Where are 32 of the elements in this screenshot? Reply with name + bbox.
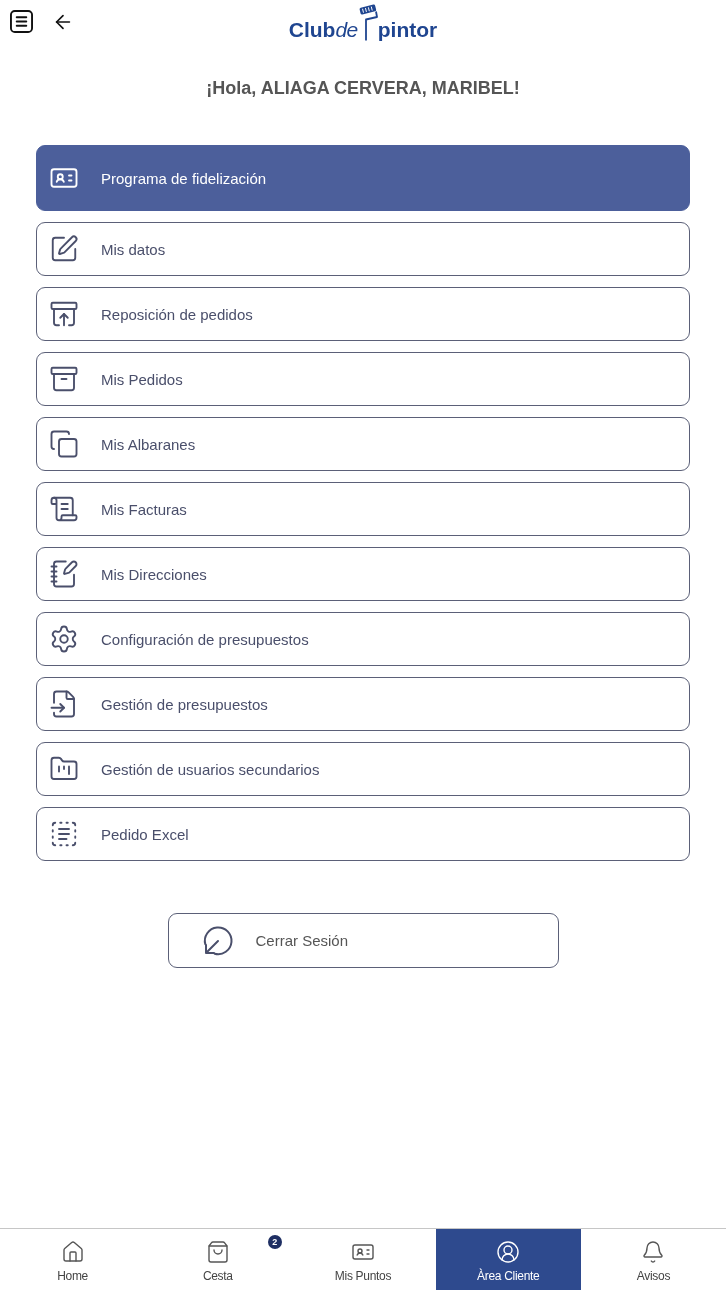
archive-box-icon [49,364,79,394]
menu-item[interactable]: Programa de fidelización [36,145,690,211]
shopping-bag-icon [205,1240,230,1264]
copy-icon [49,429,79,459]
menu-item[interactable]: Gestión de presupuestos [36,677,690,731]
menu-item[interactable]: Configuración de presupuestos [36,612,690,666]
user-circle-icon [496,1240,521,1264]
menu-icon[interactable] [10,10,33,33]
pencil-square-icon [49,234,79,264]
notebook-pen-icon [49,559,79,589]
home-icon [60,1240,85,1264]
settings-icon [49,624,79,654]
menu-item[interactable]: Mis datos [36,222,690,276]
logout-icon [201,924,234,957]
greeting-title: ¡Hola, ALIAGA CERVERA, MARIBEL! [205,77,521,100]
menu-item[interactable]: Mis Direcciones [36,547,690,601]
menu-item[interactable]: Mis Pedidos [36,352,690,406]
count-badge: 2 [267,1235,282,1249]
scroll-icon [49,494,79,524]
menu-item[interactable]: Pedido Excel [36,807,690,861]
bell-icon [641,1240,666,1264]
menu-item[interactable]: Mis Albaranes [36,417,690,471]
menu-item[interactable]: Reposición de pedidos [36,287,690,341]
logout-button[interactable]: Cerrar Sesión [167,913,559,968]
nav-tab[interactable]: Àrea Cliente [435,1229,581,1290]
box-arrow-up-icon [49,299,79,329]
logo-text: Clubde [288,18,358,42]
logo-text: pintor [377,18,438,42]
menu-item[interactable]: Gestión de usuarios secundarios [36,742,690,796]
paint-roller-icon [357,4,378,42]
dashed-list-icon [49,819,79,849]
menu-item[interactable]: Mis Facturas [36,482,690,536]
